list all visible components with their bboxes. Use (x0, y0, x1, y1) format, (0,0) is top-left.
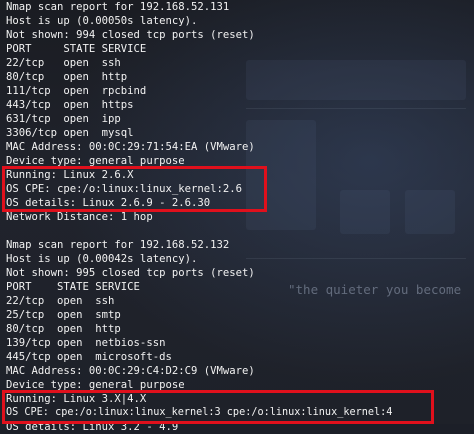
host-status-line: Host is up (0.00050s latency). (6, 15, 198, 27)
port-row: 139/tcp open netbios-ssn (6, 337, 166, 349)
port-row: 22/tcp open ssh (6, 57, 121, 69)
port-row: 3306/tcp open mysql (6, 127, 134, 139)
port-row: 25/tcp open smtp (6, 309, 121, 321)
host-status-line: Host is up (0.00042s latency). (6, 253, 198, 265)
port-row: 443/tcp open https (6, 99, 134, 111)
port-row: 80/tcp open http (6, 323, 121, 335)
mac-address-line: MAC Address: 00:0C:29:C4:D2:C9 (VMware) (6, 365, 255, 377)
port-row: 22/tcp open ssh (6, 295, 115, 307)
not-shown-line: Not shown: 995 closed tcp ports (reset) (6, 267, 255, 279)
os-detection-highlight-box (2, 166, 267, 212)
port-row: 631/tcp open ipp (6, 113, 121, 125)
port-table-header: PORT STATE SERVICE (6, 43, 147, 55)
not-shown-line: Not shown: 994 closed tcp ports (reset) (6, 29, 255, 41)
port-table-header: PORT STATE SERVICE (6, 281, 140, 293)
scan-report-header: Nmap scan report for 192.168.52.131 (6, 1, 230, 13)
scan-report-header: Nmap scan report for 192.168.52.132 (6, 239, 230, 251)
port-row: 111/tcp open rpcbind (6, 85, 147, 97)
port-row: 80/tcp open http (6, 71, 128, 83)
port-row: 445/tcp open microsoft-ds (6, 351, 172, 363)
terminal-output: Nmap scan report for 192.168.52.131 Host… (0, 0, 474, 433)
os-detection-highlight-box (2, 390, 434, 424)
mac-address-line: MAC Address: 00:0C:29:71:54:EA (VMware) (6, 141, 255, 153)
network-distance-line: Network Distance: 1 hop (6, 211, 153, 223)
